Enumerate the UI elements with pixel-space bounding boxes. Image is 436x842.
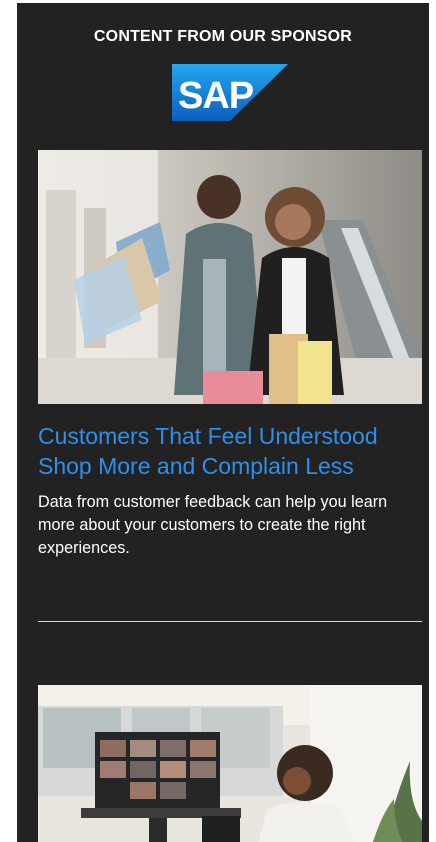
article-headline[interactable]: Customers That Feel Understood Shop More… xyxy=(38,421,422,481)
hero-image[interactable] xyxy=(38,150,422,404)
sap-logo[interactable]: SAP xyxy=(172,64,288,121)
content-divider xyxy=(38,621,422,622)
sponsored-content-panel: CONTENT FROM OUR SPONSOR SAP Customers T… xyxy=(17,3,429,842)
sponsor-label: CONTENT FROM OUR SPONSOR xyxy=(93,28,353,45)
article-summary: Data from customer feedback can help you… xyxy=(38,493,388,557)
sap-logo-text: SAP xyxy=(178,75,254,117)
video-conference-image[interactable] xyxy=(38,685,422,842)
